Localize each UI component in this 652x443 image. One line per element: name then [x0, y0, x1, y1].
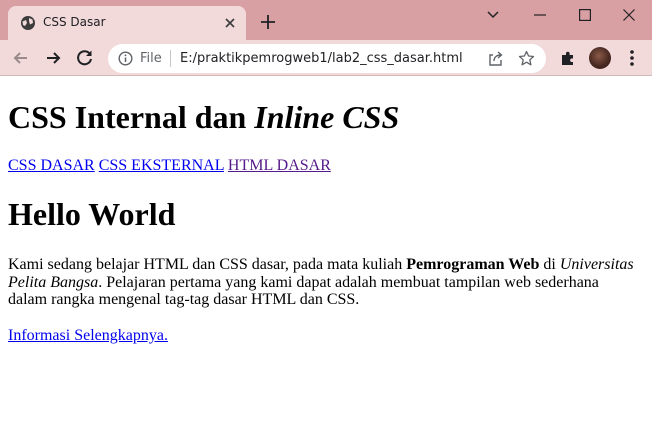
close-tab-icon[interactable] — [223, 16, 237, 30]
page-title: CSS Internal dan Inline CSS — [8, 99, 399, 136]
link-css-eksternal[interactable]: CSS EKSTERNAL — [99, 157, 224, 174]
maximize-icon — [579, 9, 591, 21]
minimize-button[interactable] — [517, 0, 563, 30]
title-bar: CSS Dasar — [0, 0, 652, 40]
back-arrow-icon[interactable] — [11, 48, 31, 68]
intro-paragraph: Kami sedang belajar HTML dan CSS dasar, … — [8, 256, 638, 309]
scheme-label: File — [140, 51, 162, 66]
new-tab-icon[interactable] — [259, 13, 277, 31]
close-window-button[interactable] — [606, 0, 652, 30]
paragraph-bold: Pemrograman Web — [406, 256, 540, 273]
page-title-italic: Inline CSS — [254, 99, 400, 135]
kebab-menu-icon[interactable] — [624, 49, 640, 67]
more-info-link[interactable]: Informasi Selengkapnya. — [8, 326, 168, 345]
puzzle-extension-icon[interactable] — [559, 49, 577, 67]
paragraph-part-2: di — [539, 256, 560, 273]
globe-icon — [21, 16, 35, 30]
link-css-dasar[interactable]: CSS DASAR — [8, 157, 95, 174]
reload-icon[interactable] — [75, 48, 95, 68]
chevron-down-icon — [487, 11, 499, 19]
close-icon — [623, 9, 635, 21]
link-html-dasar[interactable]: HTML DASAR — [228, 157, 331, 174]
browser-tab[interactable]: CSS Dasar — [8, 6, 246, 40]
nav-links: CSS DASAR CSS EKSTERNAL HTML DASAR — [8, 156, 331, 175]
page-viewport: CSS Internal dan Inline CSS CSS DASAR CS… — [0, 77, 652, 443]
profile-avatar[interactable] — [589, 47, 611, 69]
maximize-button[interactable] — [562, 0, 608, 30]
address-bar[interactable]: File E:/praktikpemrogweb1/lab2_css_dasar… — [108, 44, 546, 73]
minimize-icon — [534, 14, 546, 16]
omnibox-divider — [170, 50, 171, 67]
tab-title: CSS Dasar — [43, 15, 106, 29]
info-icon[interactable] — [118, 51, 133, 66]
paragraph-part-1: Kami sedang belajar HTML dan CSS dasar, … — [8, 256, 407, 273]
browser-toolbar: File E:/praktikpemrogweb1/lab2_css_dasar… — [0, 40, 652, 76]
star-icon[interactable] — [518, 50, 535, 67]
hello-heading: Hello World — [8, 196, 176, 232]
url-text[interactable]: E:/praktikpemrogweb1/lab2_css_dasar.html — [180, 51, 463, 66]
tab-search-button[interactable] — [470, 0, 516, 30]
forward-arrow-icon[interactable] — [43, 48, 63, 68]
page-title-prefix: CSS Internal dan — [8, 99, 255, 135]
share-icon[interactable] — [487, 50, 504, 67]
